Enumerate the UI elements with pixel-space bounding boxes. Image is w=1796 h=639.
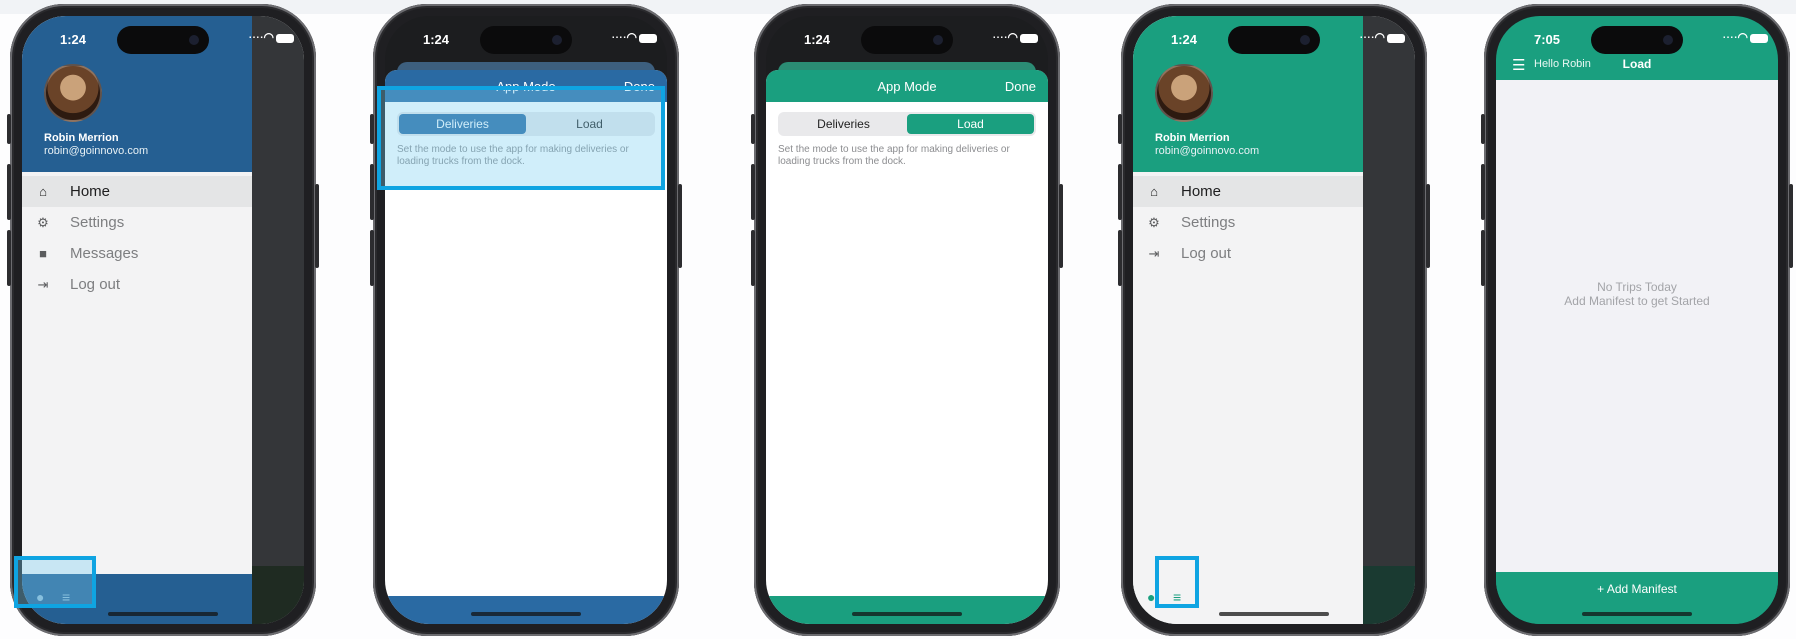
chat-bubble-icon: ■	[39, 246, 47, 261]
status-time: 1:24	[423, 32, 450, 47]
logout-icon: ⇥	[37, 276, 49, 292]
mode-description: Set the mode to use the app for making d…	[778, 144, 1010, 167]
bottom-bar	[766, 596, 1048, 624]
wifi-icon: ◠	[1374, 30, 1385, 44]
menu-item-messages[interactable]: ■ Messages	[22, 238, 252, 269]
menu-item-label: Home	[1181, 183, 1222, 200]
home-indicator	[852, 612, 962, 616]
signal-icon: ....	[248, 30, 264, 41]
side-drawer: Robin Merrion robin@goinnovo.com ⌂ Home …	[1133, 16, 1363, 624]
phone-appmode-load: 1:24 .... ◠ App Mode Done Deliveries Loa…	[751, 4, 1063, 636]
dynamic-island	[861, 26, 953, 54]
battery-icon	[276, 34, 294, 43]
bottom-bar	[385, 596, 667, 624]
logout-icon: ⇥	[1148, 245, 1160, 261]
gear-icon: ⚙	[1148, 214, 1160, 230]
home-icon: ⌂	[39, 184, 47, 199]
user-name: Robin Merrion	[44, 132, 119, 144]
screen: 1:24 .... ◠ Robin Merrion robin@goinnovo…	[22, 16, 304, 624]
avatar[interactable]	[1155, 64, 1213, 122]
phone-drawer-blue: 1:24 .... ◠ Robin Merrion robin@goinnovo…	[7, 4, 319, 636]
wifi-icon: ◠	[263, 30, 274, 44]
mode-segmented-control: Deliveries Load	[778, 112, 1036, 136]
signal-icon: ....	[1359, 30, 1375, 41]
trip-list: No Trips Today Add Manifest to get Start…	[1496, 80, 1778, 572]
user-email: robin@goinnovo.com	[1155, 145, 1260, 157]
menu-item-label: Messages	[70, 245, 139, 262]
avatar[interactable]	[44, 64, 102, 122]
battery-icon	[1750, 34, 1768, 43]
menu-item-label: Log out	[70, 276, 121, 293]
status-time: 1:24	[804, 32, 831, 47]
menu-item-label: Log out	[1181, 245, 1232, 262]
wifi-icon: ◠	[1737, 30, 1748, 44]
drawer-menu: ⌂ Home ⚙ Settings ⇥ Log out	[1133, 176, 1363, 269]
battery-icon	[1020, 34, 1038, 43]
menu-item-settings[interactable]: ⚙ Settings	[22, 207, 252, 238]
menu-item-home[interactable]: ⌂ Home	[1133, 176, 1363, 207]
empty-state-subtitle: Add Manifest to get Started	[1564, 294, 1710, 308]
menu-item-label: Home	[70, 183, 111, 200]
user-email: robin@goinnovo.com	[44, 145, 149, 157]
drawer-menu: ⌂ Home ⚙ Settings ■ Messages ⇥ Log out	[22, 176, 252, 300]
wifi-icon: ◠	[1007, 30, 1018, 44]
segment-load[interactable]: Load	[907, 114, 1034, 134]
sheet-header: App Mode Done	[766, 70, 1048, 102]
home-icon: ⌂	[1150, 184, 1158, 199]
highlight-mode-selector	[377, 86, 665, 190]
phone-load-home: 7:05 .... ◠ ☰ Hello Robin Load No Trips …	[1481, 4, 1793, 636]
empty-state-title: No Trips Today	[1597, 280, 1677, 294]
signal-icon: ....	[992, 30, 1008, 41]
tutorial-stage: 1:24 .... ◠ Robin Merrion robin@goinnovo…	[0, 0, 1796, 639]
phone-drawer-teal: 1:24 .... ◠ Robin Merrion robin@goinnovo…	[1118, 4, 1430, 636]
dynamic-island	[480, 26, 572, 54]
screen: 1:24 .... ◠ App Mode Done Deliveries Loa…	[766, 16, 1048, 624]
dynamic-island	[1591, 26, 1683, 54]
screen: 7:05 .... ◠ ☰ Hello Robin Load No Trips …	[1496, 16, 1778, 624]
gear-icon: ⚙	[37, 214, 49, 230]
menu-item-label: Settings	[70, 214, 125, 231]
home-indicator	[1582, 612, 1692, 616]
battery-icon	[1387, 34, 1405, 43]
dynamic-island	[1228, 26, 1320, 54]
add-manifest-button[interactable]: + Add Manifest	[1496, 572, 1778, 624]
battery-icon	[639, 34, 657, 43]
menu-item-settings[interactable]: ⚙ Settings	[1133, 207, 1363, 238]
menu-item-logout[interactable]: ⇥ Log out	[1133, 238, 1363, 269]
menu-item-logout[interactable]: ⇥ Log out	[22, 269, 252, 300]
signal-icon: ....	[611, 30, 627, 41]
screen: 1:24 .... ◠ Robin Merrion robin@goinnovo…	[1133, 16, 1415, 624]
menu-item-home[interactable]: ⌂ Home	[22, 176, 252, 207]
status-time: 1:24	[1171, 32, 1198, 47]
side-drawer: Robin Merrion robin@goinnovo.com ⌂ Home …	[22, 16, 252, 624]
user-name: Robin Merrion	[1155, 132, 1230, 144]
highlight-footer-icons	[14, 556, 96, 608]
status-time: 1:24	[60, 32, 87, 47]
signal-icon: ....	[1722, 30, 1738, 41]
home-indicator	[471, 612, 581, 616]
home-indicator	[1219, 612, 1329, 616]
status-time: 7:05	[1534, 32, 1561, 47]
done-button[interactable]: Done	[1005, 79, 1036, 94]
highlight-sliders-icon	[1155, 556, 1199, 608]
home-indicator	[108, 612, 218, 616]
menu-item-label: Settings	[1181, 214, 1236, 231]
dynamic-island	[117, 26, 209, 54]
wifi-icon: ◠	[626, 30, 637, 44]
segment-deliveries[interactable]: Deliveries	[780, 114, 907, 134]
